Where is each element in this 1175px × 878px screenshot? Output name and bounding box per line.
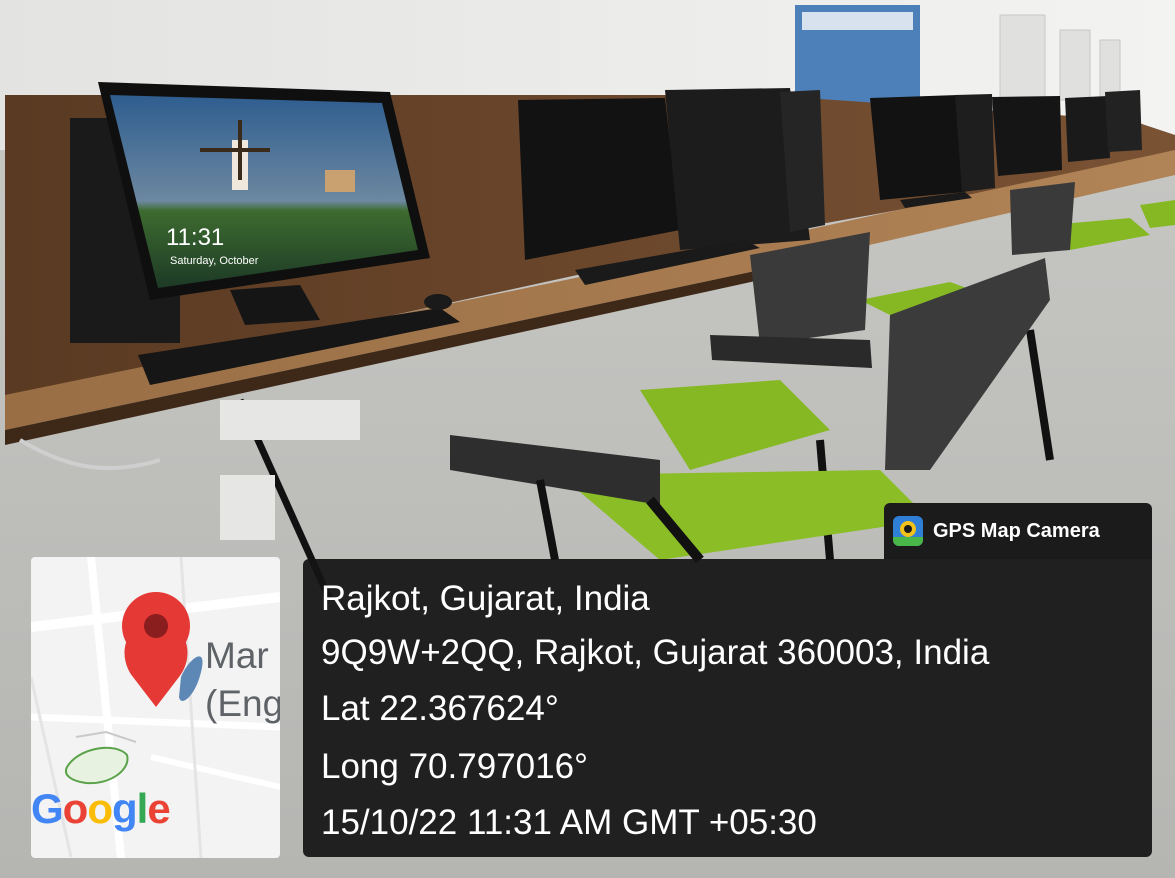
google-logo-letter: e [147,785,170,832]
location-info-panel: Rajkot, Gujarat, India 9Q9W+2QQ, Rajkot,… [303,559,1152,857]
monitor-clock-time: 11:31 [166,224,224,251]
google-logo: Google [31,785,171,833]
address-line: 9Q9W+2QQ, Rajkot, Gujarat 360003, India [321,633,990,672]
longitude-line: Long 70.797016° [321,747,589,786]
datetime-line: 15/10/22 11:31 AM GMT +05:30 [321,803,817,842]
google-logo-letter: o [62,785,89,832]
location-title: Rajkot, Gujarat, India [321,579,650,618]
app-badge-label: GPS Map Camera [933,519,1100,542]
monitor-clock-date: Saturday, October [170,255,259,267]
google-logo-letter: o [87,785,113,832]
gps-map-camera-badge: GPS Map Camera [884,503,1152,559]
map-thumbnail: Mar (Eng Google [31,557,280,858]
gps-map-camera-icon [893,516,923,546]
latitude-line: Lat 22.367624° [321,689,559,728]
map-place-line2: (Eng [205,683,280,724]
map-place-line1: Mar [205,635,269,676]
park-area [65,746,129,785]
google-logo-letter: G [31,785,64,832]
google-logo-letter: l [136,785,149,832]
google-logo-letter: g [111,785,138,832]
map-place-label: Mar (Eng [205,632,280,728]
